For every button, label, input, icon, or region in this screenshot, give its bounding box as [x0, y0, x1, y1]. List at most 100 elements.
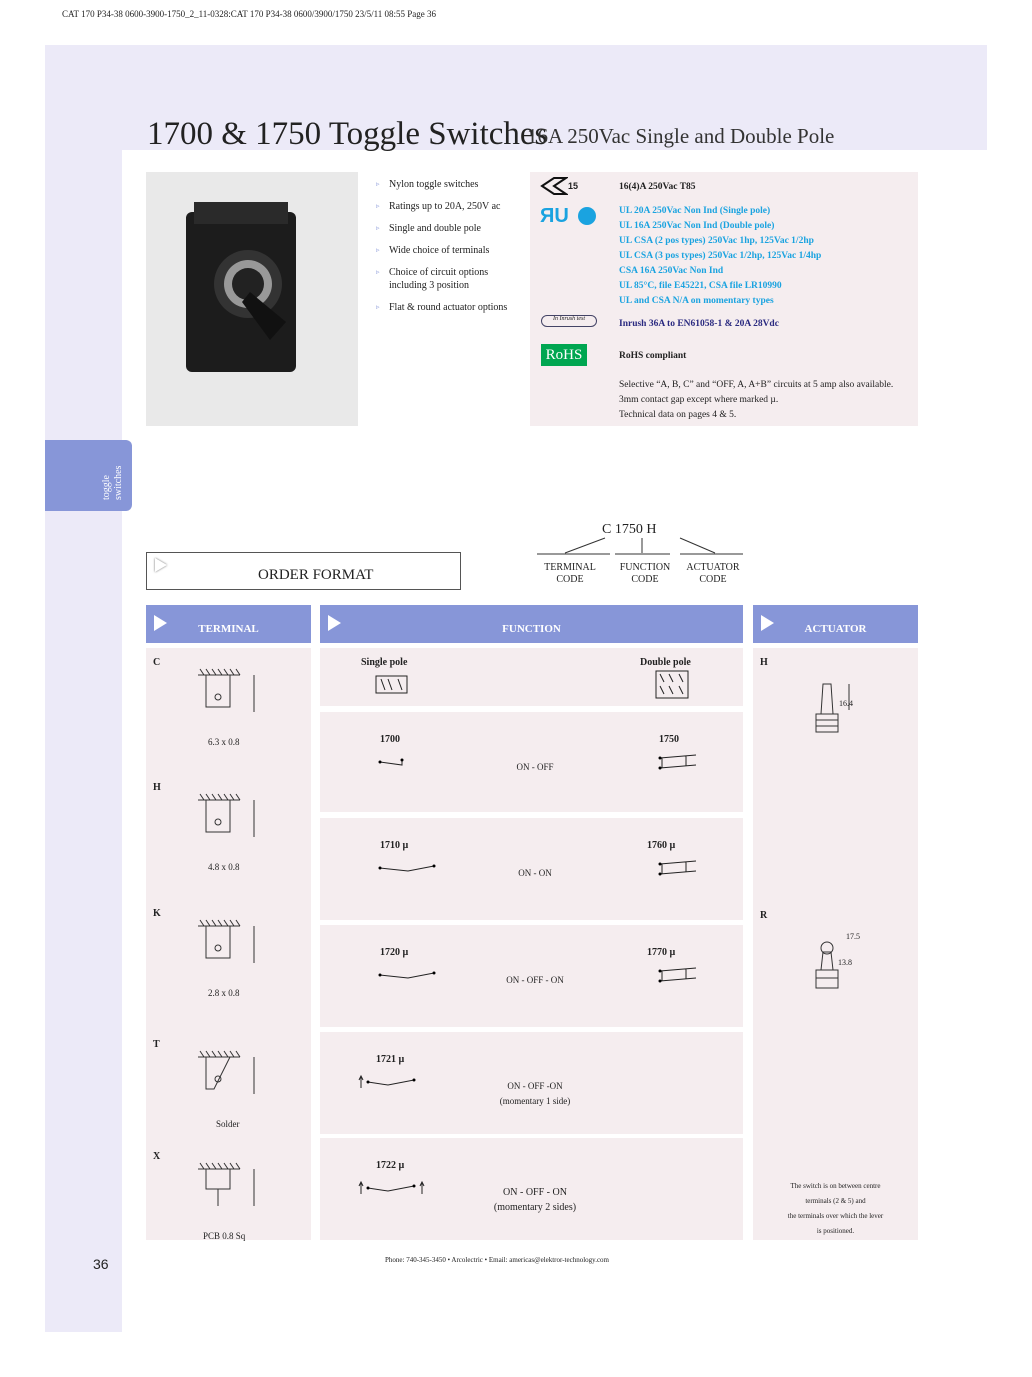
arrow-icon	[155, 558, 167, 572]
actuator-note: is positioned.	[816, 1227, 855, 1235]
ul-line: UL 20A 250Vac Non Ind (Single pole)	[619, 206, 771, 216]
function-subnote: (momentary 2 sides)	[493, 1202, 577, 1213]
function-description: ON - OFF	[516, 762, 554, 772]
terminal-code: C	[153, 657, 161, 668]
actuator-panel: H 16.4 R 17.5 13.8 The switch is on betw…	[753, 648, 918, 1240]
dimension: 17.5	[846, 932, 860, 941]
feature-item: Single and double pole	[376, 222, 526, 235]
enec-logo-icon	[540, 177, 568, 195]
section-tab[interactable]: toggle switches	[45, 440, 132, 511]
double-pole-code: 1770 µ	[647, 947, 676, 958]
page-subtitle: 16A 250Vac Single and Double Pole	[527, 124, 835, 148]
actuator-note: The switch is on between centre	[790, 1182, 881, 1190]
single-pole-code: 1710 µ	[380, 840, 409, 851]
single-pole-circuit-icon	[378, 758, 404, 766]
actuator-code: H	[760, 657, 768, 668]
ul-line: CSA 16A 250Vac Non Ind	[619, 266, 724, 276]
feature-item: Flat & round actuator options	[376, 301, 526, 314]
double-pole-circuit-icon	[658, 860, 697, 876]
print-slug: CAT 170 P34-38 0600-3900-1750_2_11-0328:…	[62, 9, 437, 19]
ul-logo-icon: ЯU	[540, 205, 569, 227]
function-subnote: (momentary 1 side)	[499, 1096, 571, 1106]
single-pole-icon	[375, 675, 408, 694]
terminal-drawing	[198, 1050, 255, 1094]
terminal-drawing	[198, 919, 255, 963]
feature-item: Choice of circuit options including 3 po…	[376, 266, 526, 292]
terminal-drawing	[198, 1162, 255, 1206]
terminal-code: X	[153, 1151, 161, 1162]
rohs-badge: RoHS	[541, 344, 587, 366]
code-part: TERMINAL	[544, 562, 596, 573]
single-pole-circuit-icon	[358, 1074, 416, 1088]
ul-line: UL CSA (2 pos types) 250Vac 1hp, 125Vac …	[619, 236, 814, 246]
single-pole-circuit-icon	[378, 864, 436, 872]
single-pole-code: 1722 µ	[376, 1160, 405, 1171]
double-pole-label: Double pole	[640, 657, 691, 668]
single-pole-code: 1720 µ	[380, 947, 409, 958]
function-description: ON - ON	[518, 868, 552, 878]
function-description: ON - OFF - ON	[506, 975, 564, 985]
function-header: FUNCTION	[320, 605, 743, 643]
terminal-size: Solder	[216, 1119, 240, 1129]
actuator-note: terminals (2 & 5) and	[805, 1197, 866, 1205]
page-title: 1700 & 1750 Toggle Switches	[147, 116, 548, 152]
double-pole-code: 1750	[659, 734, 679, 745]
function-row: 1700 1750 ON - OFF	[320, 712, 743, 812]
double-pole-code: 1760 µ	[647, 840, 676, 851]
order-format-box: ORDER FORMAT	[146, 552, 461, 590]
tab-label: switches	[113, 465, 124, 500]
terminal-code: H	[153, 782, 161, 793]
arrow-icon	[154, 615, 167, 631]
function-row: 1710 µ 1760 µ ON - ON	[320, 818, 743, 920]
terminal-size: 4.8 x 0.8	[208, 862, 240, 872]
ul-line: UL and CSA N/A on momentary types	[619, 296, 774, 306]
code-part: ACTUATOR	[686, 562, 740, 573]
function-description: ON - OFF - ON	[503, 1187, 567, 1198]
certifications-panel: 15 16(4)A 250Vac T85 ЯU UL 20A 250Vac No…	[530, 172, 918, 426]
csa-logo-icon	[578, 207, 596, 225]
dimension: 13.8	[838, 958, 852, 967]
code-part: CODE	[556, 574, 584, 585]
function-row: 1720 µ 1770 µ ON - OFF - ON	[320, 925, 743, 1027]
left-margin-band	[45, 45, 122, 1332]
note: Technical data on pages 4 & 5.	[619, 410, 737, 420]
terminal-panel: C 6.3 x 0.8 H 4.8 x 0.8 K 2.8 x 0.8 T Solde…	[146, 648, 311, 1241]
actuator-code: R	[760, 910, 768, 921]
single-pole-code: 1721 µ	[376, 1054, 405, 1065]
ul-line: UL 16A 250Vac Non Ind (Double pole)	[619, 221, 775, 231]
note: Selective “A, B, C” and “OFF, A, A+B” ci…	[619, 380, 894, 390]
feature-item: Wide choice of terminals	[376, 244, 526, 257]
terminal-size: 2.8 x 0.8	[208, 988, 240, 998]
tab-label: toggle	[101, 475, 112, 500]
single-pole-circuit-icon	[378, 971, 436, 979]
actuator-header: ACTUATOR	[753, 605, 918, 643]
single-pole-label: Single pole	[361, 657, 408, 668]
inrush-badge: In Inrush test	[541, 315, 597, 327]
actuator-h-drawing	[815, 683, 850, 733]
note: 3mm contact gap except where marked µ.	[619, 395, 779, 405]
terminal-header: TERMINAL	[146, 605, 311, 643]
terminal-code: T	[153, 1039, 160, 1050]
product-photo	[146, 172, 358, 426]
terminal-size: PCB 0.8 Sq	[203, 1231, 246, 1241]
feature-item: Ratings up to 20A, 250V ac	[376, 200, 526, 213]
terminal-drawing	[198, 793, 255, 837]
feature-item: Nylon toggle switches	[376, 178, 526, 191]
function-row: 1722 µ ON - OFF - ON (momentary 2 sides)	[320, 1138, 743, 1240]
arrow-icon	[761, 615, 774, 631]
double-pole-circuit-icon	[658, 754, 697, 770]
double-pole-icon	[655, 670, 689, 699]
ul-line: UL 85°C, file E45221, CSA file LR10990	[619, 281, 782, 291]
terminal-size: 6.3 x 0.8	[208, 737, 240, 747]
single-pole-code: 1700	[380, 734, 400, 745]
code-part: CODE	[699, 574, 727, 585]
inrush-rating: Inrush 36A to EN61058-1 & 20A 28Vdc	[619, 319, 779, 329]
function-row: 1721 µ ON - OFF -ON (momentary 1 side)	[320, 1032, 743, 1134]
dimension: 16.4	[839, 699, 853, 708]
order-format-label: ORDER FORMAT	[258, 567, 374, 583]
ul-line: UL CSA (3 pos types) 250Vac 1/2hp, 125Va…	[619, 251, 822, 261]
actuator-note: the terminals over which the lever	[787, 1212, 884, 1220]
rohs-text: RoHS compliant	[619, 351, 687, 361]
terminal-code: K	[153, 908, 161, 919]
page-number: 36	[93, 1256, 109, 1272]
